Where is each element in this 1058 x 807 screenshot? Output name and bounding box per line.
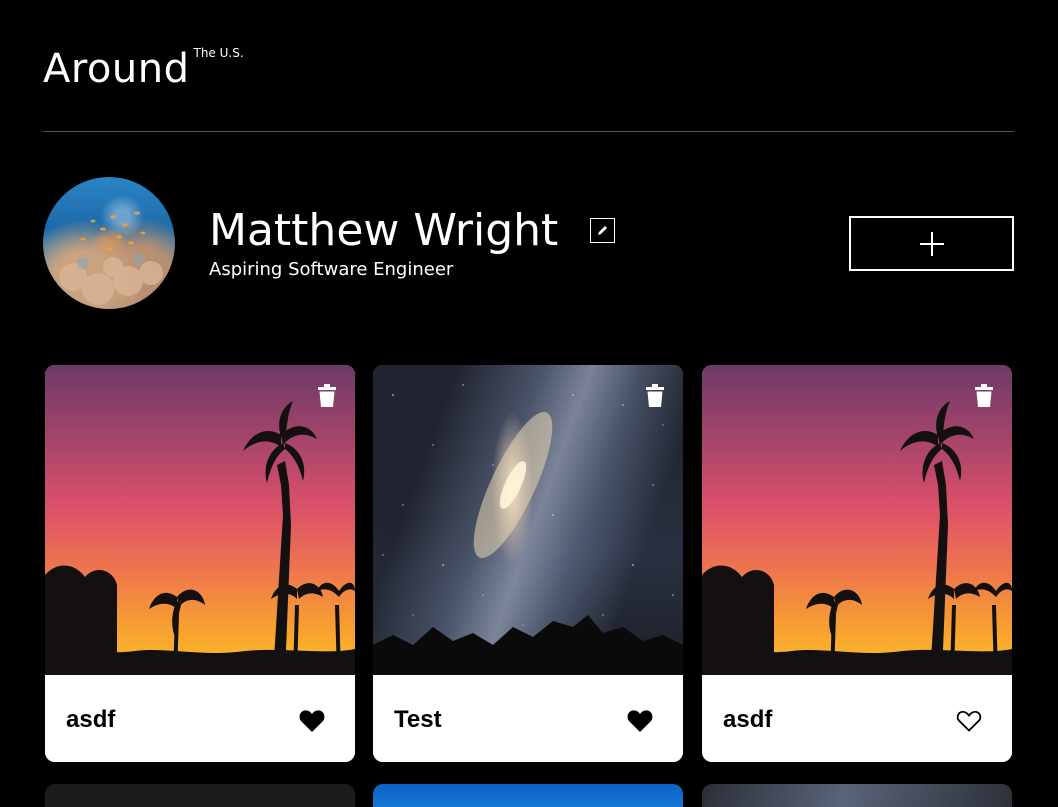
starfield	[373, 384, 683, 675]
heart-filled-icon	[627, 710, 653, 732]
card-partial[interactable]	[45, 784, 355, 807]
trash-icon	[975, 384, 993, 407]
like-button[interactable]	[299, 709, 325, 733]
heart-filled-icon	[299, 710, 325, 732]
pencil-icon	[598, 226, 607, 235]
plus-icon	[919, 231, 944, 256]
add-card-button[interactable]	[849, 216, 1014, 271]
card-title: asdf	[66, 706, 116, 733]
like-button[interactable]	[956, 709, 982, 733]
edit-profile-button[interactable]	[590, 218, 615, 243]
delete-card-button[interactable]	[973, 384, 995, 408]
avatar-reef-image	[59, 211, 163, 305]
delete-card-button[interactable]	[316, 384, 338, 408]
palm-silhouette	[45, 401, 355, 675]
avatar[interactable]	[43, 177, 175, 309]
card-title: Test	[394, 706, 442, 733]
card-title: asdf	[723, 706, 773, 733]
logo-text: Around	[43, 46, 190, 92]
palm-silhouette	[702, 401, 1012, 675]
card-partial[interactable]	[702, 784, 1012, 807]
page: Around The U.S. Matthew Wright Aspiring …	[0, 0, 1058, 807]
card-footer: asdf	[45, 675, 355, 762]
header: Around The U.S.	[43, 44, 1014, 132]
trash-icon	[646, 384, 664, 407]
card: asdf	[45, 365, 355, 762]
card-image-milky-way-galaxy[interactable]	[373, 365, 683, 675]
card-footer: asdf	[702, 675, 1012, 762]
card: asdf	[702, 365, 1012, 762]
heart-outline-icon	[956, 710, 982, 732]
header-divider	[43, 131, 1014, 132]
card-footer: Test	[373, 675, 683, 762]
card-image-sunset-palms[interactable]	[45, 365, 355, 675]
like-button[interactable]	[627, 709, 653, 733]
trash-icon	[318, 384, 336, 407]
card: Test	[373, 365, 683, 762]
card-partial[interactable]	[373, 784, 683, 807]
profile-name: Matthew Wright	[209, 205, 559, 256]
delete-card-button[interactable]	[644, 384, 666, 408]
profile-job: Aspiring Software Engineer	[209, 259, 454, 280]
card-image-sunset-palms[interactable]	[702, 365, 1012, 675]
logo-superscript: The U.S.	[193, 46, 244, 60]
logo: Around The U.S.	[43, 44, 244, 94]
